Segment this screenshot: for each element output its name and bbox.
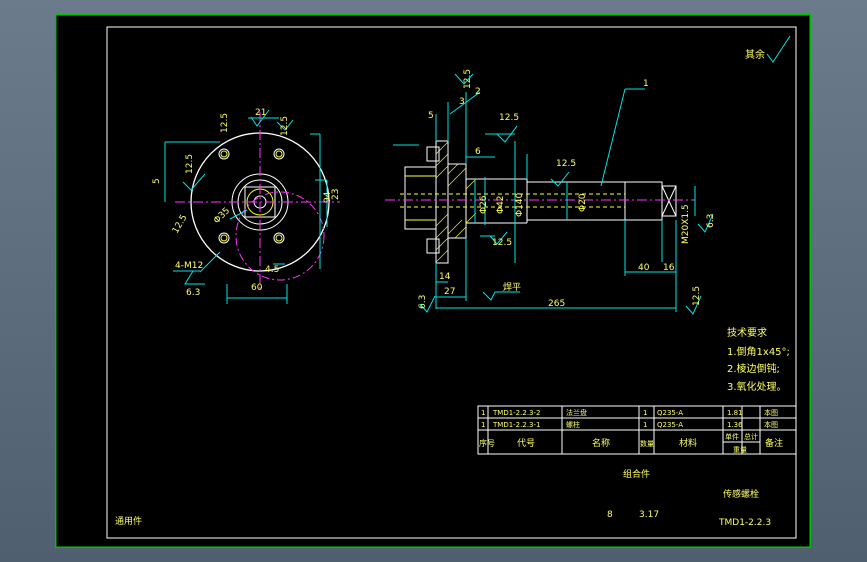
dim-phi20: Φ20: [578, 193, 588, 212]
bom-r1-qty: 1: [643, 409, 647, 417]
dim-60: 60: [251, 283, 263, 293]
bom-r1-note: 本图: [764, 408, 778, 417]
dim-4-5: 4.5: [265, 265, 279, 275]
bom-r2-no: 1: [481, 421, 485, 429]
bom-h-name: 名称: [592, 437, 610, 449]
dim-5: 5: [152, 178, 162, 184]
dim-6: 6: [475, 147, 481, 157]
title-code: TMD1-2.2.3: [718, 518, 771, 528]
roughness-12-5-top: 12.5: [463, 69, 473, 89]
thread-m12: 4-M12: [175, 261, 203, 271]
dim-12-5-c: 12.5: [185, 154, 195, 174]
dim-14: 14: [439, 272, 451, 282]
outer-border: [55, 14, 811, 548]
roughness-12-5-mid: 12.5: [499, 113, 519, 123]
bom-r2-qty: 1: [643, 421, 647, 429]
bom-r2-code: TMD1-2.2.3-1: [492, 421, 540, 429]
tech-item-3: 3.氧化处理。: [727, 380, 787, 393]
bom-h-unit: 单件: [725, 432, 739, 441]
bom-h-note: 备注: [765, 437, 783, 449]
roughness-6-3-a: 6.3: [186, 288, 200, 298]
dim-5b: 5: [428, 111, 434, 121]
dim-265: 265: [548, 299, 565, 309]
dim-94: 94: [323, 191, 333, 203]
dim-3: 3: [459, 97, 465, 107]
dim-27: 27: [444, 287, 455, 297]
bom-r1-name: 法兰盘: [566, 408, 587, 417]
title-scale: 8: [607, 510, 613, 520]
bom-h-code: 代号: [517, 438, 535, 449]
title-type: 组合件: [623, 468, 650, 480]
roughness-12-5-low: 12.5: [492, 238, 512, 248]
bom-r1-weight: 1.81: [727, 409, 743, 417]
bom-h-qty: 数量: [640, 439, 654, 448]
dim-phi42: Φ42: [496, 195, 506, 214]
label-1: 1: [643, 79, 649, 89]
roughness-symbol: [766, 35, 791, 63]
inner-border: [106, 26, 797, 539]
flange-face-view: 21 12.5 12.5 12.5 12.5 5 23 94 Φ35 4.5 6…: [152, 108, 341, 304]
dim-40: 40: [638, 263, 650, 273]
dim-12-5-b: 12.5: [280, 116, 290, 136]
dim-12-5-d: 12.5: [171, 213, 190, 235]
bom-h-weight: 重量: [733, 446, 747, 454]
dim-21: 21: [255, 108, 266, 118]
bom-h-no: 序号: [479, 438, 495, 448]
dim-phi140: Φ140: [515, 192, 525, 217]
bom-h-total: 总计: [744, 432, 758, 441]
bom-r2-name: 螺柱: [566, 420, 580, 429]
dim-phi35: Φ35: [212, 206, 232, 226]
title-name: 传感螺栓: [723, 488, 759, 500]
drawing-sheet: 其余 21 12.5 12.5 12.5 12.5 5 23 94 Φ35 4.…: [55, 14, 811, 548]
bom-r2-material: Q235-A: [657, 421, 683, 429]
bom-table: 1 TMD1-2.2.3-2 法兰盘 1 Q235-A 1.81 本图 1 TM…: [477, 405, 797, 455]
title-block: 组合件 传感螺栓 8 3.17 TMD1-2.2.3 通用件: [115, 468, 771, 528]
dim-phi26: Φ26: [479, 195, 489, 214]
bom-r1-code: TMD1-2.2.3-2: [492, 409, 540, 417]
bom-h-material: 材料: [679, 437, 697, 449]
drawing-canvas: 其余 21 12.5 12.5 12.5 12.5 5 23 94 Φ35 4.…: [55, 14, 811, 548]
dim-16: 16: [663, 263, 675, 273]
tech-item-2: 2.棱边倒钝;: [727, 362, 780, 375]
roughness-6-3-b: 6.3: [706, 214, 716, 228]
cad-viewport: 其余 21 12.5 12.5 12.5 12.5 5 23 94 Φ35 4.…: [0, 0, 867, 562]
thread-m20: M20X1.5: [681, 204, 691, 244]
dim-12-5-a: 12.5: [220, 113, 230, 133]
label-2: 2: [475, 87, 481, 97]
bom-r1-material: Q235-A: [657, 409, 683, 417]
roughness-6-3-c: 6.3: [418, 295, 428, 309]
bolt-section-view: 12.5 5 3 2 12.5 6 12.5 Φ26 Φ42 Φ140 Φ20 …: [385, 69, 716, 315]
roughness-12-5-shaft: 12.5: [556, 159, 576, 169]
tech-item-1: 1.倒角1x45°;: [727, 346, 790, 358]
roughness-12-5-end: 12.5: [692, 286, 702, 306]
bom-r2-weight: 1.36: [727, 421, 743, 429]
title-sheet: 3.17: [639, 510, 659, 520]
weld-flush-note: 焊平: [503, 281, 521, 293]
technical-requirements: 技术要求 1.倒角1x45°; 2.棱边倒钝; 3.氧化处理。: [727, 326, 790, 393]
tech-title: 技术要求: [727, 326, 767, 339]
roughness-note: 其余: [745, 48, 765, 61]
bom-r2-note: 本图: [764, 420, 778, 429]
footer-note: 通用件: [115, 515, 142, 527]
bom-r1-no: 1: [481, 409, 485, 417]
